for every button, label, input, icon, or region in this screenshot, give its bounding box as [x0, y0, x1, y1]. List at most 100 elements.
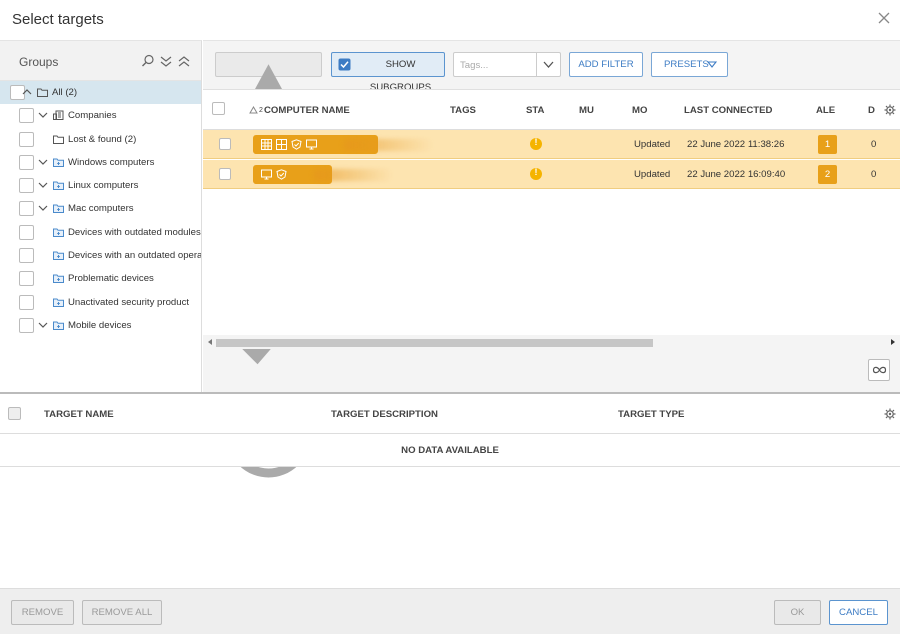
group-item[interactable]: Devices with an outdated operat	[0, 244, 201, 267]
dynamic-folder-icon	[53, 251, 64, 261]
chevron-down-icon[interactable]	[38, 203, 48, 213]
row-checkbox[interactable]	[219, 138, 231, 150]
group-item[interactable]: Lost & found (2)	[0, 128, 201, 151]
add-filter-button[interactable]: ADD FILTER	[569, 52, 643, 77]
col-target-description[interactable]: TARGET DESCRIPTION	[331, 409, 438, 420]
group-checkbox[interactable]	[19, 154, 34, 170]
horizontal-scrollbar[interactable]	[203, 335, 900, 349]
computers-grid: 2 COMPUTER NAME TAGS STA MU MO LAST CONN…	[203, 89, 900, 335]
cancel-button[interactable]: CANCEL	[829, 600, 888, 625]
sort-asc-icon[interactable]	[249, 106, 258, 114]
group-label: Devices with an outdated operat	[68, 250, 202, 262]
remove-button[interactable]: REMOVE	[11, 600, 74, 625]
group-checkbox[interactable]	[19, 317, 34, 333]
dynamic-folder-icon	[53, 228, 64, 237]
close-icon[interactable]	[876, 10, 892, 26]
targets-grid-header: TARGET NAME TARGET DESCRIPTION TARGET TY…	[0, 394, 900, 434]
dynamic-folder-icon	[53, 298, 64, 307]
detections-count: 0	[871, 139, 877, 150]
group-checkbox[interactable]	[19, 294, 34, 310]
remove-all-button[interactable]: REMOVE ALL	[82, 600, 162, 625]
modules-status: Updated	[634, 169, 671, 180]
chevron-down-icon[interactable]	[38, 157, 48, 167]
group-item[interactable]: Devices with outdated modules	[0, 221, 201, 244]
group-checkbox[interactable]	[19, 108, 34, 124]
col-tags[interactable]: TAGS	[450, 105, 476, 116]
expand-all-icon[interactable]	[159, 54, 173, 68]
group-label: Mac computers	[68, 203, 134, 215]
group-item[interactable]: All (2)	[0, 81, 201, 105]
dialog-title: Select targets	[12, 11, 104, 28]
presets-label: PRESETS	[664, 59, 709, 70]
dynamic-folder-icon	[53, 181, 64, 191]
col-target-type[interactable]: TARGET TYPE	[618, 409, 684, 420]
group-checkbox[interactable]	[19, 271, 34, 287]
col-status[interactable]: STA	[526, 105, 544, 116]
ok-button[interactable]: OK	[774, 600, 821, 625]
targets-select-all-checkbox[interactable]	[8, 407, 21, 420]
warning-status-icon	[530, 137, 542, 150]
col-target-name[interactable]: TARGET NAME	[44, 409, 114, 420]
group-item[interactable]: Companies	[0, 104, 201, 127]
col-alerts[interactable]: ALE	[816, 105, 835, 116]
group-checkbox[interactable]	[19, 248, 34, 264]
tags-select[interactable]: Tags...	[453, 52, 561, 77]
grid-icon	[261, 139, 272, 150]
table-row[interactable]: Updated 22 June 2022 16:09:40 2 0	[203, 160, 900, 189]
group-label: Companies	[68, 110, 117, 122]
alerts-badge: 2	[818, 165, 837, 184]
dynamic-folder-icon	[53, 321, 64, 330]
group-item[interactable]: Problematic devices	[0, 267, 201, 290]
col-muted[interactable]: MU	[579, 105, 594, 116]
checkbox-checked-icon	[338, 58, 351, 71]
gear-icon[interactable]	[884, 104, 896, 116]
show-subgroups-toggle[interactable]: SHOW SUBGROUPS	[331, 52, 445, 93]
status-filter-group	[215, 52, 322, 478]
row-checkbox[interactable]	[219, 168, 231, 180]
scroll-left-icon[interactable]	[206, 338, 214, 346]
group-checkbox[interactable]	[19, 131, 34, 147]
group-label: Unactivated security product	[68, 296, 190, 308]
last-connected: 22 June 2022 11:38:26	[687, 139, 785, 150]
redacted-name	[313, 169, 393, 181]
group-label: Problematic devices	[68, 273, 154, 285]
tags-dropdown-button[interactable]	[536, 53, 560, 76]
group-item[interactable]: Mobile devices	[0, 314, 201, 337]
col-detections[interactable]: D	[868, 105, 875, 116]
group-tree: All (2) Companies Lost & found (2) Windows …	[0, 81, 201, 337]
groups-title: Groups	[19, 55, 59, 69]
search-icon[interactable]	[141, 54, 155, 68]
col-modules[interactable]: MO	[632, 105, 647, 116]
alerts-badge: 1	[818, 135, 837, 154]
group-checkbox[interactable]	[19, 201, 34, 217]
presets-button[interactable]: PRESETS	[651, 52, 728, 77]
groups-header: Groups	[0, 41, 201, 81]
infinity-icon	[872, 366, 887, 374]
group-checkbox[interactable]	[19, 178, 34, 194]
toolbar: SHOW SUBGROUPS Tags... ADD FILTER PRESET…	[203, 41, 900, 478]
group-item[interactable]: Windows computers	[0, 151, 201, 174]
chevron-down-icon[interactable]	[38, 320, 48, 330]
scrollbar-thumb[interactable]	[216, 339, 653, 347]
dynamic-folder-icon	[53, 274, 64, 284]
col-computer-name[interactable]: COMPUTER NAME	[264, 105, 350, 116]
computer-name-pill[interactable]	[253, 165, 393, 184]
groups-panel: Groups All (2) Companies Lost & found (2) W…	[0, 40, 202, 392]
group-label: Lost & found (2)	[68, 133, 137, 145]
col-last-connected[interactable]: LAST CONNECTED	[684, 105, 772, 116]
group-item[interactable]: Unactivated security product	[0, 291, 201, 314]
chevron-down-icon[interactable]	[38, 180, 48, 190]
select-all-checkbox[interactable]	[212, 102, 225, 115]
group-checkbox[interactable]	[19, 224, 34, 240]
collapse-all-icon[interactable]	[177, 54, 191, 68]
computer-name-pill[interactable]	[253, 135, 433, 154]
gear-icon[interactable]	[884, 408, 896, 420]
show-all-button[interactable]	[868, 359, 890, 381]
scroll-right-icon[interactable]	[889, 338, 897, 346]
shield-check-icon	[276, 169, 287, 180]
chevron-down-icon[interactable]	[38, 110, 48, 120]
chevron-up-icon[interactable]	[22, 87, 32, 97]
group-item[interactable]: Linux computers	[0, 174, 201, 197]
table-row[interactable]: Updated 22 June 2022 11:38:26 1 0	[203, 130, 900, 159]
group-item[interactable]: Mac computers	[0, 197, 201, 220]
